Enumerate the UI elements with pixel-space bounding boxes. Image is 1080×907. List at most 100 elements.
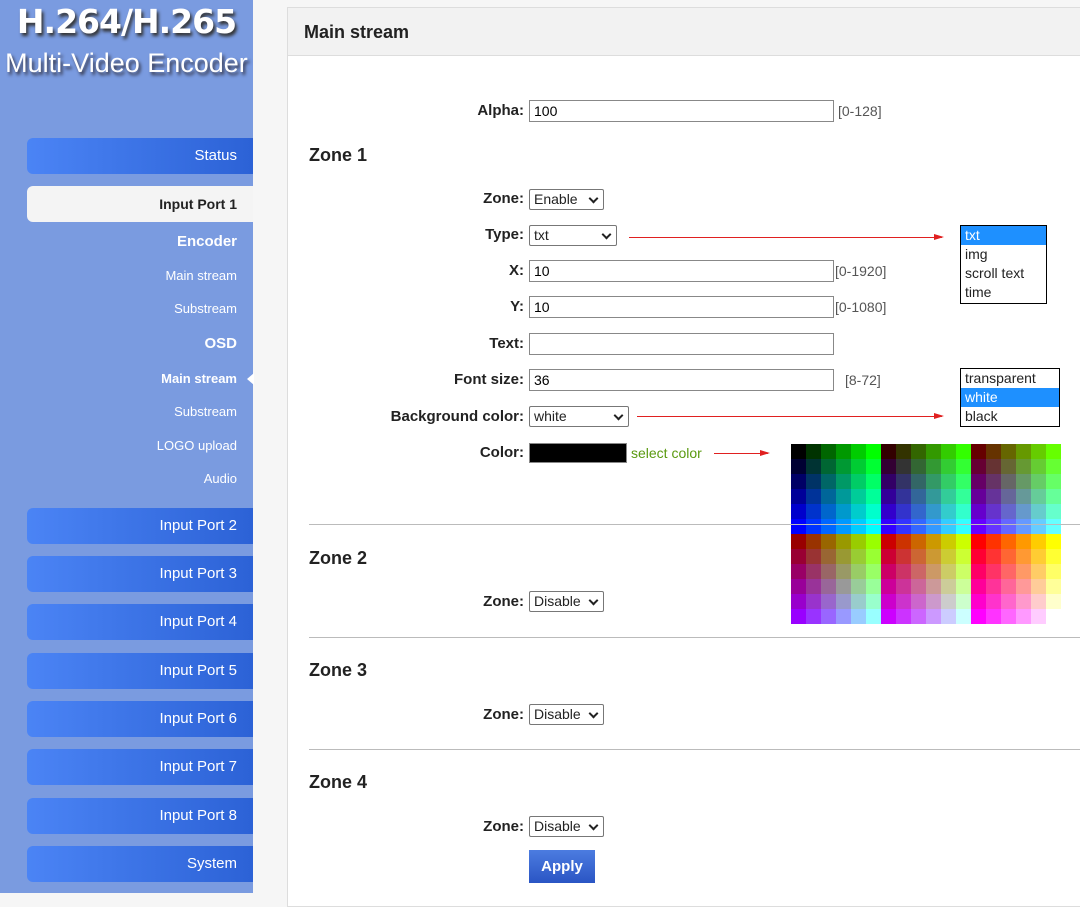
- option-img[interactable]: img: [961, 245, 1046, 264]
- palette-color-cell[interactable]: [956, 564, 971, 579]
- palette-color-cell[interactable]: [851, 444, 866, 459]
- palette-color-cell[interactable]: [821, 579, 836, 594]
- palette-color-cell[interactable]: [941, 489, 956, 504]
- nav-logo-upload[interactable]: LOGO upload: [157, 438, 237, 453]
- palette-color-cell[interactable]: [836, 444, 851, 459]
- palette-color-cell[interactable]: [851, 594, 866, 609]
- palette-color-cell[interactable]: [1001, 534, 1016, 549]
- palette-color-cell[interactable]: [1031, 549, 1046, 564]
- palette-color-cell[interactable]: [1046, 489, 1061, 504]
- palette-color-cell[interactable]: [986, 519, 1001, 534]
- palette-color-cell[interactable]: [881, 519, 896, 534]
- palette-color-cell[interactable]: [956, 609, 971, 624]
- nav-status[interactable]: Status: [27, 138, 253, 174]
- palette-color-cell[interactable]: [986, 474, 1001, 489]
- palette-color-cell[interactable]: [1001, 489, 1016, 504]
- palette-color-cell[interactable]: [956, 534, 971, 549]
- palette-color-cell[interactable]: [911, 504, 926, 519]
- palette-color-cell[interactable]: [896, 444, 911, 459]
- color-palette[interactable]: [791, 444, 1061, 624]
- palette-color-cell[interactable]: [941, 549, 956, 564]
- palette-color-cell[interactable]: [1031, 444, 1046, 459]
- palette-color-cell[interactable]: [1001, 564, 1016, 579]
- palette-color-cell[interactable]: [971, 534, 986, 549]
- palette-color-cell[interactable]: [791, 519, 806, 534]
- palette-color-cell[interactable]: [941, 564, 956, 579]
- palette-color-cell[interactable]: [851, 504, 866, 519]
- palette-color-cell[interactable]: [821, 474, 836, 489]
- palette-color-cell[interactable]: [836, 564, 851, 579]
- palette-color-cell[interactable]: [851, 489, 866, 504]
- palette-color-cell[interactable]: [836, 534, 851, 549]
- palette-color-cell[interactable]: [1001, 504, 1016, 519]
- palette-color-cell[interactable]: [1001, 459, 1016, 474]
- palette-color-cell[interactable]: [956, 504, 971, 519]
- palette-color-cell[interactable]: [1016, 474, 1031, 489]
- palette-color-cell[interactable]: [896, 564, 911, 579]
- palette-color-cell[interactable]: [971, 594, 986, 609]
- palette-color-cell[interactable]: [866, 609, 881, 624]
- palette-color-cell[interactable]: [821, 459, 836, 474]
- palette-color-cell[interactable]: [986, 609, 1001, 624]
- palette-color-cell[interactable]: [866, 594, 881, 609]
- palette-color-cell[interactable]: [1031, 504, 1046, 519]
- palette-color-cell[interactable]: [941, 459, 956, 474]
- palette-color-cell[interactable]: [941, 534, 956, 549]
- palette-color-cell[interactable]: [806, 579, 821, 594]
- palette-color-cell[interactable]: [911, 534, 926, 549]
- palette-color-cell[interactable]: [986, 489, 1001, 504]
- palette-color-cell[interactable]: [1031, 474, 1046, 489]
- palette-color-cell[interactable]: [821, 504, 836, 519]
- palette-color-cell[interactable]: [866, 519, 881, 534]
- palette-color-cell[interactable]: [881, 474, 896, 489]
- palette-color-cell[interactable]: [896, 504, 911, 519]
- palette-color-cell[interactable]: [806, 444, 821, 459]
- palette-color-cell[interactable]: [836, 549, 851, 564]
- palette-color-cell[interactable]: [971, 564, 986, 579]
- palette-color-cell[interactable]: [1016, 519, 1031, 534]
- palette-color-cell[interactable]: [1046, 564, 1061, 579]
- palette-color-cell[interactable]: [836, 489, 851, 504]
- palette-color-cell[interactable]: [806, 474, 821, 489]
- palette-color-cell[interactable]: [1016, 444, 1031, 459]
- zone-4-zone-select[interactable]: Disable: [529, 816, 604, 837]
- palette-color-cell[interactable]: [836, 519, 851, 534]
- x-input[interactable]: [529, 260, 834, 282]
- palette-color-cell[interactable]: [986, 564, 1001, 579]
- palette-color-cell[interactable]: [956, 594, 971, 609]
- palette-color-cell[interactable]: [911, 549, 926, 564]
- palette-color-cell[interactable]: [911, 444, 926, 459]
- palette-color-cell[interactable]: [1016, 549, 1031, 564]
- palette-color-cell[interactable]: [941, 579, 956, 594]
- palette-color-cell[interactable]: [791, 489, 806, 504]
- option-time[interactable]: time: [961, 283, 1046, 302]
- palette-color-cell[interactable]: [1046, 459, 1061, 474]
- palette-color-cell[interactable]: [956, 519, 971, 534]
- palette-color-cell[interactable]: [986, 534, 1001, 549]
- option-black[interactable]: black: [961, 407, 1059, 426]
- palette-color-cell[interactable]: [866, 474, 881, 489]
- palette-color-cell[interactable]: [791, 504, 806, 519]
- palette-color-cell[interactable]: [1001, 609, 1016, 624]
- nav-audio[interactable]: Audio: [204, 471, 237, 486]
- palette-color-cell[interactable]: [956, 459, 971, 474]
- palette-color-cell[interactable]: [911, 609, 926, 624]
- palette-color-cell[interactable]: [851, 549, 866, 564]
- palette-color-cell[interactable]: [806, 594, 821, 609]
- palette-color-cell[interactable]: [986, 549, 1001, 564]
- palette-color-cell[interactable]: [1016, 594, 1031, 609]
- alpha-input[interactable]: [529, 100, 834, 122]
- palette-color-cell[interactable]: [821, 444, 836, 459]
- palette-color-cell[interactable]: [836, 474, 851, 489]
- palette-color-cell[interactable]: [926, 489, 941, 504]
- palette-color-cell[interactable]: [836, 609, 851, 624]
- text-input[interactable]: [529, 333, 834, 355]
- option-white[interactable]: white: [961, 388, 1059, 407]
- palette-color-cell[interactable]: [986, 459, 1001, 474]
- palette-color-cell[interactable]: [986, 444, 1001, 459]
- palette-color-cell[interactable]: [896, 519, 911, 534]
- palette-color-cell[interactable]: [896, 609, 911, 624]
- select-color-link[interactable]: select color: [631, 445, 702, 461]
- palette-color-cell[interactable]: [791, 609, 806, 624]
- palette-color-cell[interactable]: [1001, 444, 1016, 459]
